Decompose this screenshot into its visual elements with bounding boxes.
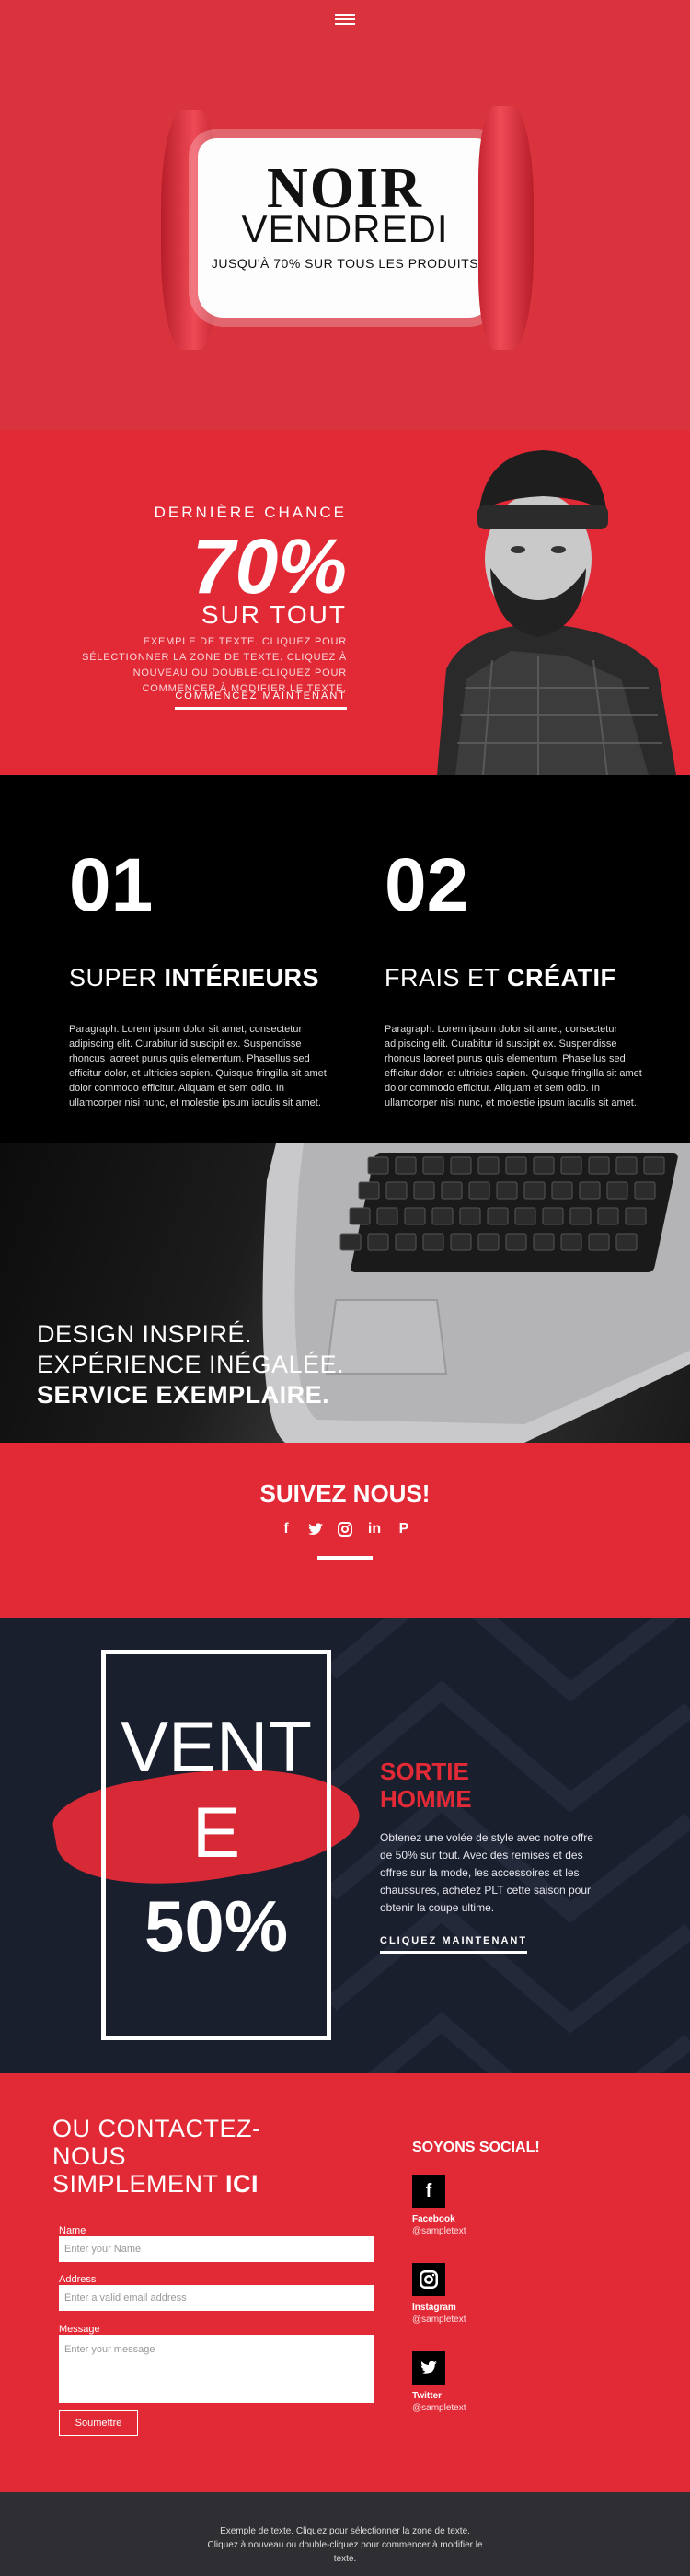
follow-section: SUIVEZ NOUS! f in P [0, 1443, 690, 1618]
feature-text: Paragraph. Lorem ipsum dolor sit amet, c… [69, 1024, 327, 1108]
hero-section: NOIR VENDREDI JUSQU'À 70% SUR TOUS LES P… [0, 0, 690, 430]
feature-heading-light: FRAIS ET [385, 964, 508, 992]
feature-heading-bold: CRÉATIF [507, 964, 616, 992]
message-label: Message [59, 2324, 100, 2335]
social-handle-twitter: @sampletext [412, 2403, 466, 2413]
feature-text: Paragraph. Lorem ipsum dolor sit amet, c… [385, 1024, 642, 1108]
man-portrait-photo [382, 430, 690, 775]
feature-col-1: 01 SUPER INTÉRIEURS Paragraph. Lorem ips… [69, 844, 336, 1110]
hamburger-menu-icon[interactable] [335, 11, 355, 28]
linkedin-icon[interactable]: in [366, 1521, 383, 1537]
facebook-icon[interactable]: f [278, 1521, 294, 1537]
click-now-link[interactable]: CLIQUEZ MAINTENANT [380, 1935, 528, 1954]
contact-section: OU CONTACTEZ- NOUS SIMPLEMENT ICI Name E… [0, 2073, 690, 2492]
follow-title: SUIVEZ NOUS! [259, 1479, 431, 1507]
footer-text: Exemple de texte. Cliquez pour sélection… [207, 2526, 483, 2564]
sale-title-line2: HOMME [380, 1785, 472, 1813]
laptop-banner-section: DESIGN INSPIRÉ. EXPÉRIENCE INÉGALÉE. SER… [0, 1143, 690, 1443]
address-label: Address [59, 2274, 97, 2285]
hero-subtitle: JUSQU'À 70% SUR TOUS LES PRODUITS [211, 256, 479, 271]
message-field[interactable]: Enter your message [59, 2335, 374, 2403]
name-field[interactable]: Enter your Name [59, 2236, 374, 2262]
features-section: 01 SUPER INTÉRIEURS Paragraph. Lorem ips… [0, 775, 690, 1143]
promo-section: DERNIÈRE CHANCE 70% SUR TOUT EXEMPLE DE … [0, 430, 690, 775]
sale-text-percent: 50% [144, 1886, 289, 1967]
twitter-icon[interactable] [307, 1521, 324, 1537]
sale-paragraph: Obtenez une volée de style avec notre of… [380, 1831, 593, 1914]
address-field[interactable]: Enter a valid email address [59, 2285, 374, 2311]
feature-heading: SUPER INTÉRIEURS [69, 964, 336, 992]
feature-number: 02 [385, 843, 469, 927]
contact-heading-line1: OU CONTACTEZ- [52, 2115, 261, 2142]
instagram-icon[interactable] [337, 1521, 353, 1537]
feature-heading-bold: INTÉRIEURS [164, 964, 320, 992]
feature-heading-light: SUPER [69, 964, 165, 992]
social-title: SOYONS SOCIAL! [412, 2140, 540, 2155]
start-now-link[interactable]: COMMENCEZ MAINTENANT [175, 690, 347, 710]
social-name-facebook: Facebook [412, 2214, 455, 2224]
promo-body: EXEMPLE DE TEXTE. CLIQUEZ POUR SÉLECTION… [82, 636, 347, 694]
social-name-twitter: Twitter [412, 2391, 443, 2401]
social-handle-facebook: @sampletext [412, 2226, 466, 2236]
feature-col-2: 02 FRAIS ET CRÉATIF Paragraph. Lorem ips… [385, 844, 651, 1110]
contact-heading-line3: SIMPLEMENT [52, 2170, 226, 2198]
footer: Exemple de texte. Cliquez pour sélection… [0, 2492, 690, 2576]
sale-title-line1: SORTIE [380, 1758, 469, 1785]
twitter-icon[interactable] [412, 2351, 445, 2385]
sale-text-e: E [191, 1792, 241, 1873]
promo-kicker: DERNIÈRE CHANCE [154, 504, 347, 521]
sale-section: VENT E 50% SORTIE HOMME Obtenez une volé… [0, 1618, 690, 2073]
sale-text-vent: VENT [120, 1706, 313, 1787]
pinterest-icon[interactable]: P [396, 1521, 412, 1537]
banner-line-1: DESIGN INSPIRÉ. [37, 1320, 253, 1348]
banner-line-2: EXPÉRIENCE INÉGALÉE. [37, 1351, 345, 1378]
promo-percentage: 70% [191, 523, 347, 609]
contact-heading-line2: NOUS [52, 2142, 127, 2170]
contact-heading-bold: ICI [225, 2170, 259, 2198]
promo-sur-tout: SUR TOUT [201, 600, 347, 629]
social-icons-row: f in P [0, 1521, 690, 1537]
contact-heading: OU CONTACTEZ- NOUS SIMPLEMENT ICI [52, 2115, 328, 2198]
sale-side-content: SORTIE HOMME Obtenez une volée de style … [380, 1758, 605, 1954]
feature-heading: FRAIS ET CRÉATIF [385, 964, 651, 992]
hero-title-line2: VENDREDI [241, 207, 449, 250]
social-name-instagram: Instagram [412, 2303, 456, 2313]
banner-line-3: SERVICE EXEMPLAIRE. [37, 1381, 330, 1409]
submit-button[interactable]: Soumettre [59, 2410, 138, 2436]
name-label: Name [59, 2225, 86, 2236]
social-handle-instagram: @sampletext [412, 2315, 466, 2325]
instagram-icon[interactable] [412, 2263, 445, 2296]
follow-underline [317, 1556, 373, 1560]
facebook-icon[interactable]: f [412, 2175, 445, 2208]
feature-number: 01 [69, 843, 154, 927]
